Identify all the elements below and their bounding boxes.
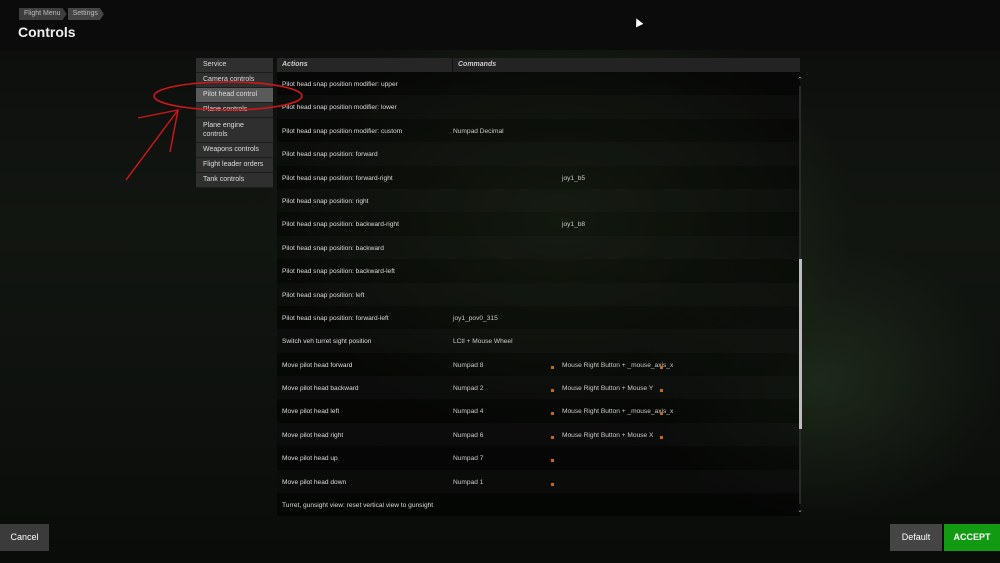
secondary-binding[interactable]: Mouse Right Button + _mouse_axis_x (562, 362, 673, 369)
breadcrumb-flight-menu[interactable]: Flight Menu (19, 8, 67, 20)
table-row[interactable]: Pilot head snap position: left (277, 282, 800, 306)
primary-binding[interactable]: Numpad 6 (453, 432, 483, 439)
action-label: Move pilot head backward (282, 385, 359, 393)
secondary-binding[interactable]: joy1_b8 (562, 221, 585, 228)
table-row[interactable]: Switch veh turret sight position LCtl + M… (277, 329, 800, 353)
default-button[interactable]: Default (890, 524, 942, 551)
primary-binding[interactable]: Numpad 8 (453, 362, 483, 369)
orange-square-icon (551, 412, 554, 416)
secondary-binding[interactable]: Mouse Right Button + Mouse X (562, 432, 653, 439)
action-label: Move pilot head down (282, 478, 347, 486)
orange-square-icon (551, 365, 554, 369)
chevron-down-icon[interactable]: ⌄ (797, 506, 803, 514)
table-row[interactable]: Move pilot head forward Numpad 8 Mouse Rig… (277, 352, 800, 377)
table-row[interactable]: Pilot head snap position: backward (277, 235, 800, 260)
orange-square-icon (551, 482, 554, 486)
top-bar: Flight Menu Settings Controls (0, 0, 1000, 50)
secondary-binding[interactable]: Mouse Right Button + _mouse_axis_x (562, 408, 673, 415)
table-row[interactable]: Pilot head snap position: forward (277, 142, 800, 166)
table-row[interactable]: Pilot head snap position: right (277, 188, 800, 213)
orange-square-icon (660, 365, 663, 369)
table-row[interactable]: Move pilot head left Numpad 4 Mouse Right … (277, 399, 800, 423)
orange-square-icon (551, 459, 554, 463)
orange-square-icon (551, 389, 554, 393)
sidebar-item-plane-engine-controls[interactable]: Plane engine controls (196, 118, 273, 143)
table-row[interactable]: Move pilot head right Numpad 6 Mouse Right… (277, 422, 800, 447)
action-label: Pilot head snap position: backward (282, 244, 384, 252)
table-row[interactable]: Pilot head snap position: backward-right… (277, 212, 800, 236)
sidebar-item-service[interactable]: Service (196, 58, 273, 73)
primary-binding[interactable]: Numpad 2 (453, 385, 483, 392)
action-label: Pilot head snap position: backward-right (282, 221, 399, 229)
secondary-binding[interactable]: joy1_b5 (562, 175, 585, 182)
page-title: Controls (18, 24, 76, 40)
action-label: Turret, gunsight view: reset vertical vi… (282, 502, 434, 510)
primary-binding[interactable]: Numpad 1 (453, 479, 483, 486)
breadcrumb-settings[interactable]: Settings (68, 8, 104, 20)
orange-square-icon (551, 435, 554, 439)
action-label: Move pilot head up (282, 455, 338, 463)
accept-button[interactable]: ACCEPT (944, 524, 1000, 551)
table-row[interactable]: Pilot head snap position: backward-left (277, 259, 800, 283)
sidebar-item-pilot-head-control[interactable]: Pilot head control (196, 88, 273, 103)
bindings-panel: Actions Commands Pilot head snap positio… (277, 58, 800, 518)
action-label: Move pilot head forward (282, 361, 353, 369)
primary-binding[interactable]: Numpad Decimal (453, 128, 504, 135)
action-label: Pilot head snap position: forward (282, 151, 378, 159)
table-row[interactable]: Move pilot head backward Numpad 2 Mouse Ri… (277, 376, 800, 400)
action-label: Pilot head snap position modifier: custo… (282, 127, 403, 135)
secondary-binding[interactable]: Mouse Right Button + Mouse Y (562, 385, 653, 392)
table-row[interactable]: Pilot head snap position modifier: upper (277, 72, 800, 96)
sidebar-item-plane-controls[interactable]: Plane controls (196, 103, 273, 118)
cancel-button[interactable]: Cancel (0, 524, 49, 551)
action-label: Pilot head snap position: backward-left (282, 268, 395, 276)
table-row[interactable]: Move pilot head down Numpad 1 (277, 469, 800, 494)
sidebar-item-tank-controls[interactable]: Tank controls (196, 173, 273, 188)
table-row[interactable]: Turret, gunsight view: reset vertical vi… (277, 493, 800, 517)
table-header: Actions Commands (277, 58, 800, 72)
orange-square-icon (660, 435, 663, 439)
breadcrumb: Flight Menu Settings (19, 8, 104, 20)
table-row[interactable]: Move pilot head up Numpad 7 (277, 446, 800, 470)
sidebar-item-weapons-controls[interactable]: Weapons controls (196, 143, 273, 158)
primary-binding[interactable]: joy1_pov0_315 (453, 315, 498, 322)
action-label: Pilot head snap position: forward-right (282, 174, 393, 182)
action-label: Pilot head snap position modifier: upper (282, 81, 398, 88)
primary-binding[interactable]: LCtl + Mouse Wheel (453, 338, 513, 345)
chevron-up-icon[interactable]: ⌃ (797, 76, 803, 84)
action-label: Pilot head snap position: right (282, 197, 369, 205)
orange-square-icon (660, 412, 663, 416)
table-row[interactable]: Pilot head snap position: forward-right j… (277, 165, 800, 189)
orange-square-icon (660, 389, 663, 393)
action-label: Pilot head snap position: forward-left (282, 314, 389, 322)
action-label: Switch veh turret sight position (282, 338, 372, 346)
action-label: Pilot head snap position: left (282, 291, 365, 299)
scrollbar[interactable]: ⌃ ⌄ (797, 76, 803, 516)
header-commands: Commands (453, 58, 800, 72)
scrollbar-thumb[interactable] (799, 259, 802, 429)
table-row[interactable]: Pilot head snap position modifier: custo… (277, 118, 800, 143)
sidebar-item-camera-controls[interactable]: Camera controls (196, 73, 273, 88)
sidebar-item-flight-leader-orders[interactable]: Flight leader orders (196, 158, 273, 173)
bindings-list: Pilot head snap position modifier: upper… (277, 72, 800, 517)
action-label: Pilot head snap position modifier: lower (282, 104, 397, 112)
header-actions: Actions (277, 58, 453, 72)
action-label: Move pilot head right (282, 431, 344, 439)
table-row[interactable]: Pilot head snap position modifier: lower (277, 95, 800, 119)
category-sidebar: Service Camera controls Pilot head contr… (196, 58, 273, 188)
primary-binding[interactable]: Numpad 7 (453, 455, 483, 462)
action-label: Move pilot head left (282, 408, 340, 416)
primary-binding[interactable]: Numpad 4 (453, 408, 483, 415)
table-row[interactable]: Pilot head snap position: forward-left jo… (277, 305, 800, 330)
